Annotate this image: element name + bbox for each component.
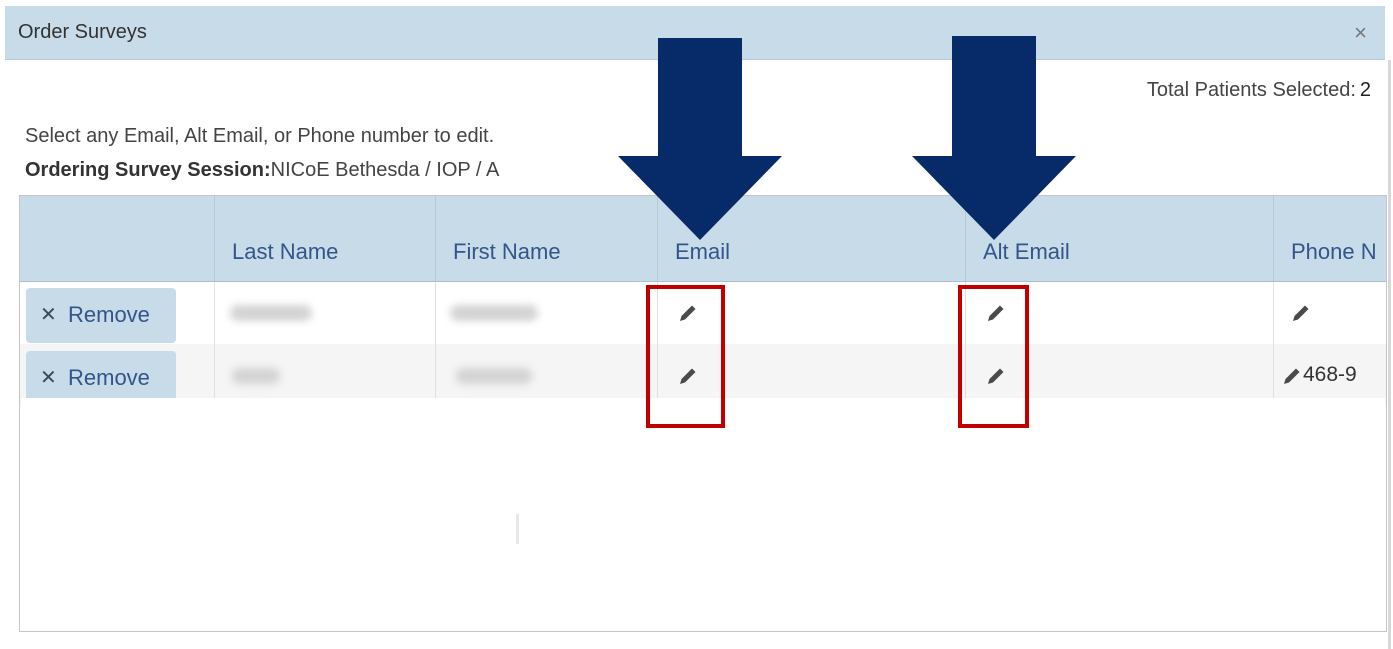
pencil-icon[interactable] — [1291, 303, 1311, 323]
redacted-last-name — [230, 305, 312, 321]
remove-label: Remove — [68, 365, 150, 390]
text-caret — [516, 514, 519, 544]
arrow-down-icon — [912, 36, 1076, 240]
order-surveys-dialog: Order Surveys × Total Patients Selected:… — [0, 0, 1393, 649]
remove-label: Remove — [68, 302, 150, 327]
total-patients-selected: Total Patients Selected: 2 — [1147, 79, 1371, 102]
dialog-title: Order Surveys — [18, 21, 147, 43]
total-value: 2 — [1359, 79, 1371, 101]
pencil-icon[interactable] — [1282, 366, 1302, 386]
phone-value[interactable]: 468-9 — [1303, 363, 1357, 387]
close-icon: ✕ — [40, 304, 57, 326]
session-value: NICoE Bethesda / IOP / A — [270, 159, 500, 181]
scrollbar-edge — [1388, 60, 1391, 649]
alt-email-highlight-box — [958, 285, 1029, 428]
session-label: Ordering Survey Session: — [25, 159, 271, 181]
column-header-phone[interactable]: Phone N — [1273, 196, 1386, 281]
column-header-actions — [20, 196, 214, 281]
remove-button[interactable]: ✕ Remove — [26, 288, 176, 343]
table-empty-area — [21, 398, 1385, 631]
column-header-last-name[interactable]: Last Name — [214, 196, 435, 281]
close-icon[interactable]: × — [1354, 20, 1367, 46]
total-label: Total Patients Selected: — [1146, 79, 1356, 101]
redacted-first-name — [450, 305, 538, 321]
arrow-down-icon — [618, 38, 782, 240]
email-highlight-box — [646, 285, 725, 428]
instructions-text: Select any Email, Alt Email, or Phone nu… — [25, 125, 495, 147]
close-icon: ✕ — [40, 367, 57, 389]
session-line: Ordering Survey Session:NICoE Bethesda /… — [25, 159, 499, 182]
redacted-last-name — [232, 368, 280, 384]
redacted-first-name — [456, 368, 532, 384]
